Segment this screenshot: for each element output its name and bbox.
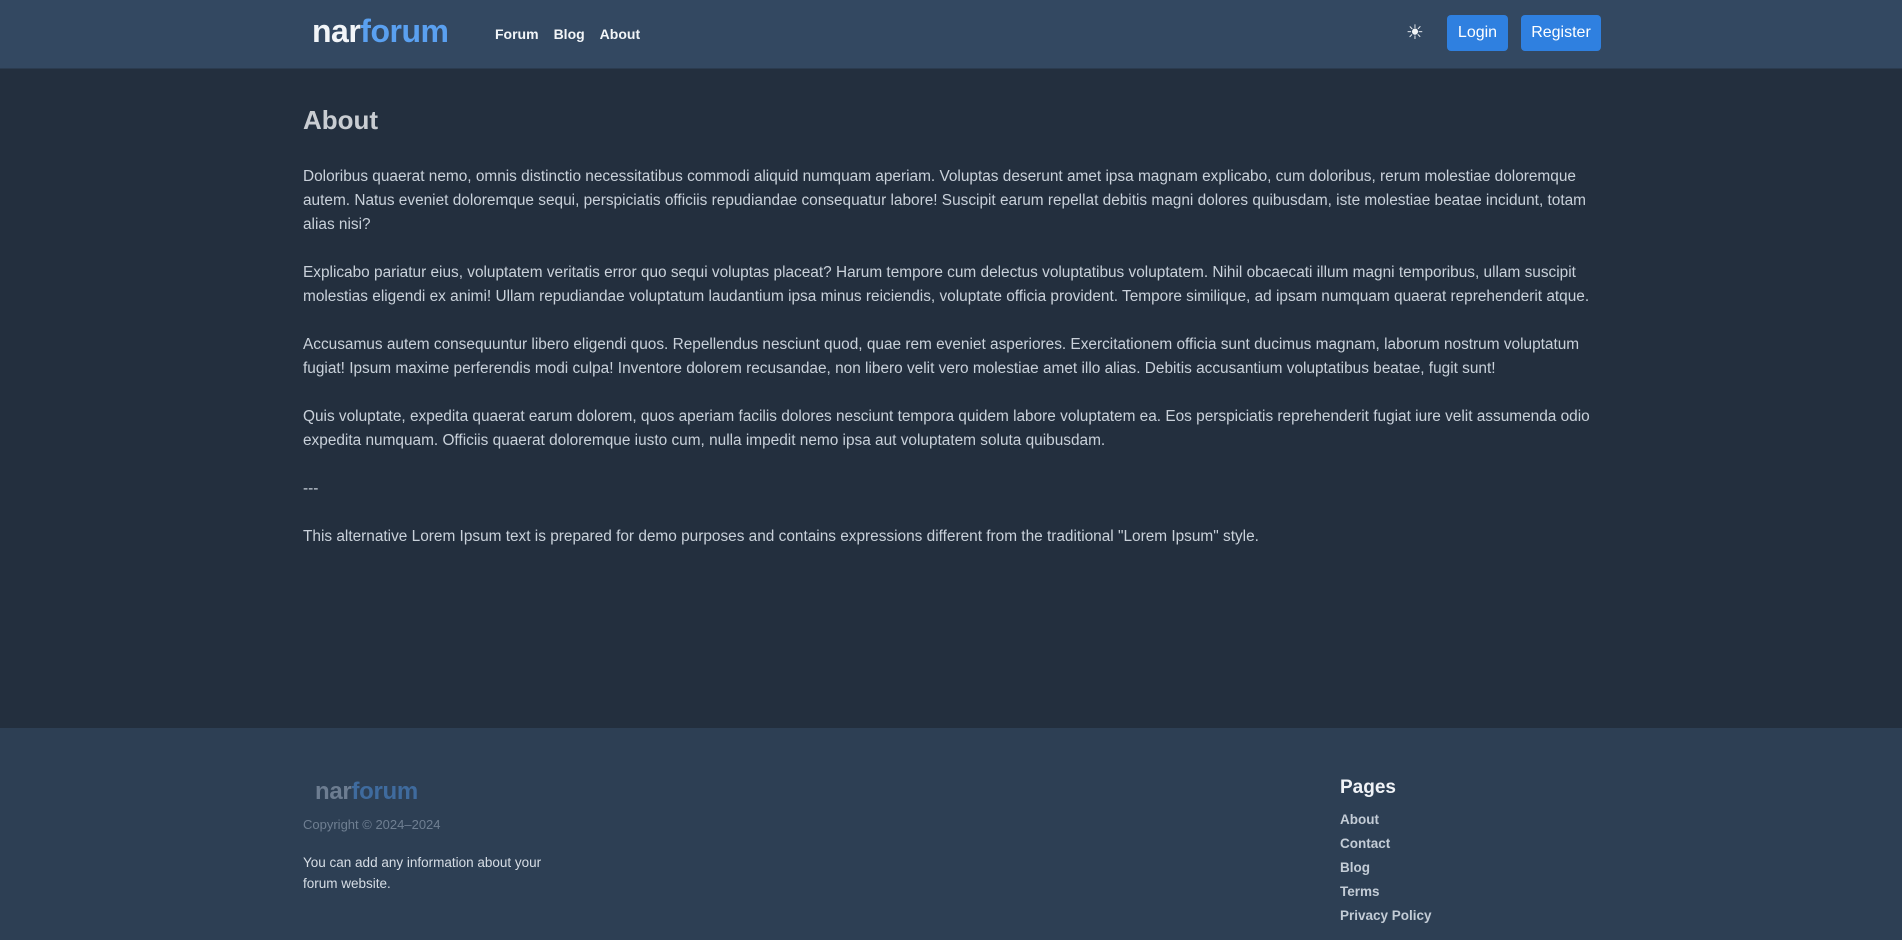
about-paragraph: Explicabo pariatur eius, voluptatem veri… [303, 264, 1590, 305]
nav-link-forum[interactable]: Forum [495, 24, 539, 44]
logo-text-forum: forum [360, 13, 449, 49]
about-content: Doloribus quaerat nemo, omnis distinctio… [303, 165, 1603, 573]
about-paragraph: Accusamus autem consequuntur libero elig… [303, 336, 1580, 377]
about-paragraph: This alternative Lorem Ipsum text is pre… [303, 528, 1259, 545]
footer-link-blog[interactable]: Blog [1340, 856, 1432, 880]
footer-logo-text-nar: nar [315, 778, 352, 805]
logo-text-nar: nar [312, 13, 361, 49]
about-paragraph: Quis voluptate, expedita quaerat earum d… [303, 408, 1590, 449]
nav-link-about[interactable]: About [600, 24, 640, 44]
footer-pages-list: About Contact Blog Terms Privacy Policy [1340, 808, 1432, 928]
login-button[interactable]: Login [1447, 15, 1508, 51]
footer-pages-section: Pages About Contact Blog Terms Privacy P… [1340, 776, 1432, 928]
sun-icon[interactable]: ☀ [1403, 20, 1427, 46]
about-paragraph: Doloribus quaerat nemo, omnis distinctio… [303, 168, 1586, 233]
nav-link-blog[interactable]: Blog [554, 24, 585, 44]
site-logo[interactable]: narforum [312, 12, 449, 50]
footer-info-text: You can add any information about your f… [303, 855, 542, 891]
footer-link-contact[interactable]: Contact [1340, 832, 1432, 856]
copyright-text: Copyright © 2024–2024 [303, 817, 441, 832]
top-navbar: narforum Forum Blog About ☀ Login Regist… [0, 0, 1902, 69]
main-nav: Forum Blog About [495, 24, 640, 44]
footer-logo-text-forum: forum [351, 778, 418, 805]
footer-pages-title: Pages [1340, 777, 1396, 798]
footer-link-privacy-policy[interactable]: Privacy Policy [1340, 904, 1432, 928]
register-button[interactable]: Register [1521, 15, 1601, 51]
footer-logo[interactable]: narforum [315, 777, 418, 807]
footer-link-about[interactable]: About [1340, 808, 1432, 832]
separator-text: --- [303, 480, 319, 497]
page-title: About [303, 105, 379, 135]
site-footer: narforum Copyright © 2024–2024 You can a… [0, 728, 1902, 940]
footer-link-terms[interactable]: Terms [1340, 880, 1432, 904]
